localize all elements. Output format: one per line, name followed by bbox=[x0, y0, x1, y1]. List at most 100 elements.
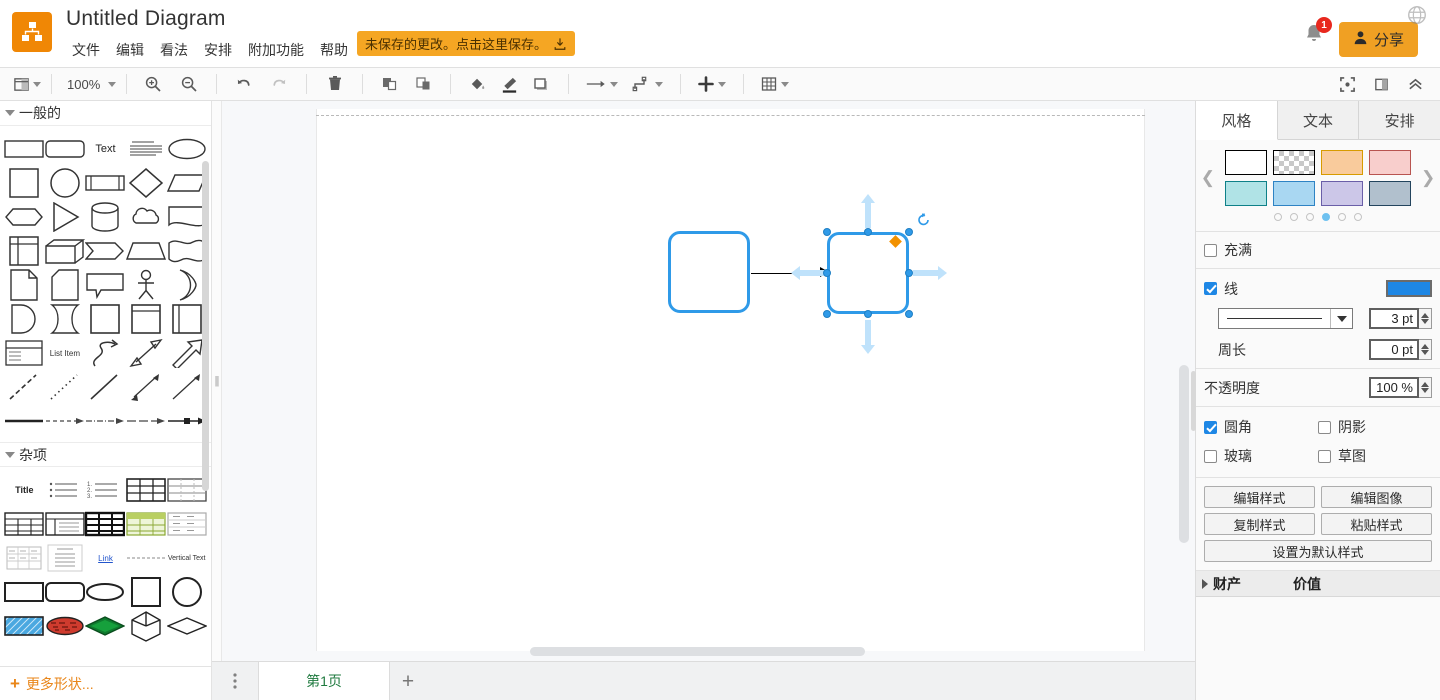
shape-table-sidebar[interactable] bbox=[45, 507, 86, 541]
shape-ellipse-misc[interactable] bbox=[85, 575, 126, 609]
shape-box-arrow[interactable] bbox=[166, 404, 207, 438]
shape-step[interactable] bbox=[85, 234, 126, 268]
tab-style[interactable]: 风格 bbox=[1196, 101, 1278, 140]
menu-help[interactable]: 帮助 bbox=[312, 38, 356, 62]
shape-long-dash-arrow[interactable] bbox=[126, 404, 167, 438]
shape-vertical-container[interactable] bbox=[126, 302, 167, 336]
shape-triangle[interactable] bbox=[45, 200, 86, 234]
direction-arrow-down[interactable] bbox=[861, 320, 875, 359]
line-color-icon[interactable] bbox=[496, 71, 522, 97]
insert-plus-icon[interactable] bbox=[694, 71, 729, 97]
direction-arrow-left[interactable] bbox=[791, 266, 825, 285]
shape-tape[interactable] bbox=[166, 234, 207, 268]
shape-double-arrow[interactable] bbox=[126, 370, 167, 404]
line-width-spinner[interactable] bbox=[1419, 308, 1432, 329]
notifications-button[interactable]: 1 bbox=[1302, 17, 1332, 48]
shape-title-text[interactable]: Title bbox=[4, 473, 45, 507]
shape-list[interactable] bbox=[4, 336, 45, 370]
swatch-gray-blue[interactable] bbox=[1369, 181, 1411, 206]
page-tab-1[interactable]: 第1页 bbox=[258, 662, 390, 700]
perimeter-input[interactable]: 0 pt bbox=[1369, 339, 1419, 360]
diagram-canvas[interactable] bbox=[222, 101, 1195, 661]
zoom-level-button[interactable]: 100% bbox=[59, 71, 119, 97]
shape-section-misc-header[interactable]: 杂项 bbox=[0, 442, 211, 467]
selection-handle-e[interactable] bbox=[905, 269, 913, 277]
edit-style-button[interactable]: 编辑样式 bbox=[1204, 486, 1315, 508]
shape-note[interactable] bbox=[4, 268, 45, 302]
unsaved-changes-banner[interactable]: 未保存的更改。点击这里保存。 bbox=[357, 31, 576, 56]
chevron-left-icon[interactable]: ❮ bbox=[1199, 168, 1217, 188]
fill-row[interactable]: 充满 bbox=[1196, 232, 1440, 269]
swatch-orange[interactable] bbox=[1321, 150, 1363, 175]
fill-checkbox[interactable] bbox=[1204, 243, 1217, 257]
shape-vertical-text[interactable]: Vertical Text bbox=[166, 541, 207, 575]
preset-dot-6[interactable] bbox=[1354, 213, 1362, 221]
menu-arrange[interactable]: 安排 bbox=[196, 38, 240, 62]
shape-list-item[interactable]: List Item bbox=[45, 336, 86, 370]
shape-table-grid[interactable] bbox=[126, 473, 167, 507]
shape-dash-dot-arrow[interactable] bbox=[85, 404, 126, 438]
shadow-checkbox[interactable] bbox=[1318, 420, 1331, 434]
shape-card[interactable] bbox=[45, 268, 86, 302]
shape-or[interactable] bbox=[166, 268, 207, 302]
shape-thick-line[interactable] bbox=[4, 404, 45, 438]
page-title[interactable]: Untitled Diagram bbox=[66, 7, 226, 31]
zoom-in-icon[interactable] bbox=[140, 71, 166, 97]
shape-process[interactable] bbox=[85, 166, 126, 200]
chevron-right-icon[interactable]: ❯ bbox=[1419, 168, 1437, 188]
option-shadow[interactable]: 阴影 bbox=[1318, 417, 1432, 437]
panel-splitter[interactable]: || bbox=[212, 101, 222, 661]
shape-circle-misc[interactable] bbox=[166, 575, 207, 609]
selection-handle-s[interactable] bbox=[864, 310, 872, 318]
selection-handle-se[interactable] bbox=[905, 310, 913, 318]
zoom-out-icon[interactable] bbox=[176, 71, 202, 97]
line-style-select[interactable] bbox=[1218, 308, 1353, 329]
shape-table-dark[interactable] bbox=[85, 507, 126, 541]
shape-circle[interactable] bbox=[45, 166, 86, 200]
undo-icon[interactable] bbox=[230, 71, 256, 97]
shape-curve[interactable] bbox=[85, 336, 126, 370]
line-row[interactable]: 线 bbox=[1196, 269, 1440, 302]
preset-dot-5[interactable] bbox=[1338, 213, 1346, 221]
fullscreen-icon[interactable] bbox=[1334, 71, 1360, 97]
swatch-purple[interactable] bbox=[1321, 181, 1363, 206]
selection-handle-sw[interactable] bbox=[823, 310, 831, 318]
trash-icon[interactable] bbox=[322, 71, 348, 97]
shape-green-rhombus[interactable] bbox=[85, 609, 126, 643]
edit-image-button[interactable]: 编辑图像 bbox=[1321, 486, 1432, 508]
shape-hexagon[interactable] bbox=[4, 200, 45, 234]
direction-arrow-right[interactable] bbox=[913, 266, 947, 285]
waypoint-icon[interactable] bbox=[629, 71, 666, 97]
shape-delay[interactable] bbox=[4, 302, 45, 336]
selection-handle-ne[interactable] bbox=[905, 228, 913, 236]
menu-file[interactable]: 文件 bbox=[64, 38, 108, 62]
shape-rounded-rectangle[interactable] bbox=[45, 132, 86, 166]
view-layout-icon[interactable] bbox=[10, 71, 44, 97]
shape-internal-storage[interactable] bbox=[4, 234, 45, 268]
shape-actor[interactable] bbox=[126, 268, 167, 302]
connection-arrow-icon[interactable] bbox=[582, 71, 621, 97]
format-panel-icon[interactable] bbox=[1368, 71, 1394, 97]
shape-dashed-divider[interactable] bbox=[126, 541, 167, 575]
swatch-white[interactable] bbox=[1225, 150, 1267, 175]
perimeter-spinner[interactable] bbox=[1419, 339, 1432, 360]
menu-view[interactable]: 看法 bbox=[152, 38, 196, 62]
shape-isometric-cube[interactable] bbox=[126, 609, 167, 643]
shape-dotted-line[interactable] bbox=[45, 370, 86, 404]
shape-rectangle[interactable] bbox=[4, 132, 45, 166]
glass-checkbox[interactable] bbox=[1204, 449, 1217, 463]
shape-parallelogram[interactable] bbox=[166, 166, 207, 200]
tab-arrange[interactable]: 安排 bbox=[1359, 101, 1440, 139]
shape-scribble-ellipse[interactable] bbox=[45, 609, 86, 643]
collapse-chevron-icon[interactable] bbox=[1402, 71, 1428, 97]
shape-dashed-arrow[interactable] bbox=[45, 404, 86, 438]
shape-cylinder[interactable] bbox=[85, 200, 126, 234]
shape-textbox[interactable] bbox=[126, 132, 167, 166]
line-color-swatch[interactable] bbox=[1386, 280, 1432, 297]
shape-table-green[interactable] bbox=[126, 507, 167, 541]
selection-handle-nw[interactable] bbox=[823, 228, 831, 236]
shape-link[interactable]: Link bbox=[85, 541, 126, 575]
shape-table-form[interactable] bbox=[45, 541, 86, 575]
shape-unordered-list[interactable] bbox=[45, 473, 86, 507]
shape-ellipse[interactable] bbox=[166, 132, 207, 166]
